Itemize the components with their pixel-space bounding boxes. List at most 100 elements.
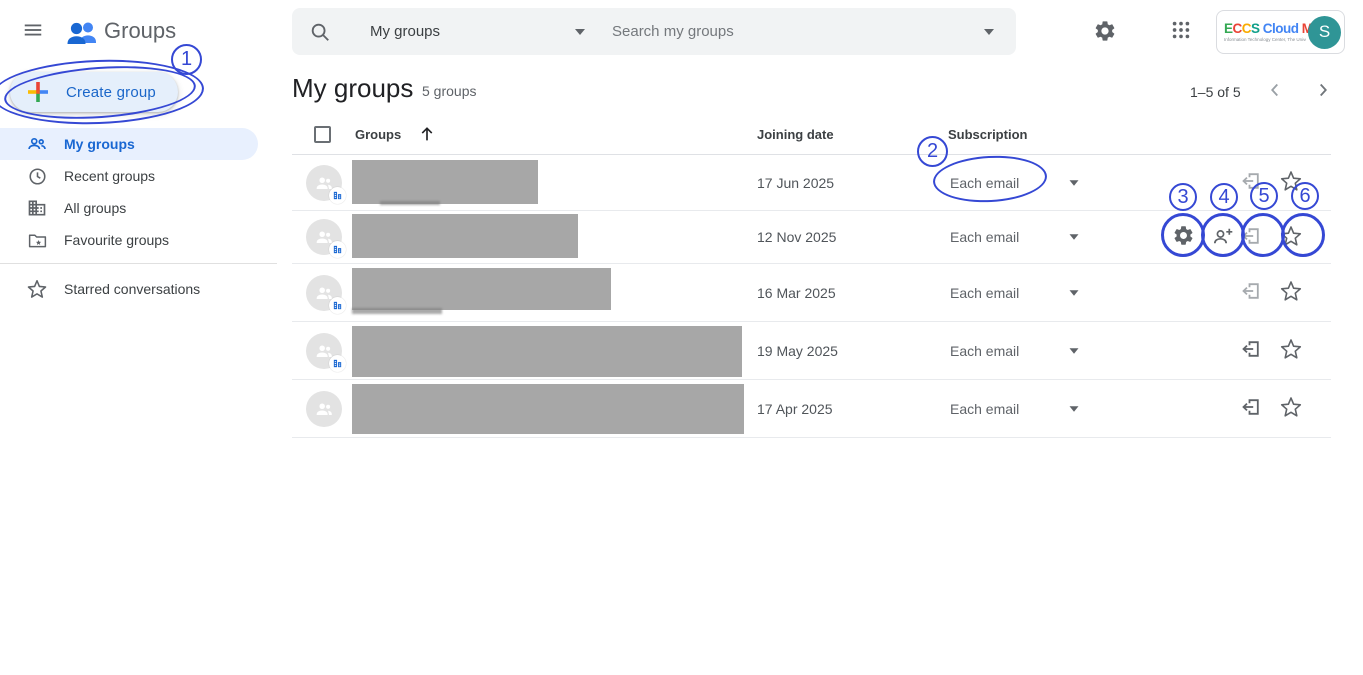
folder-star-icon [26, 229, 48, 251]
redacted-group-name [352, 160, 538, 204]
group-row[interactable]: 19 May 2025 Each email [292, 322, 1331, 380]
leave-group-button[interactable] [1238, 170, 1264, 196]
leave-group-button[interactable] [1238, 224, 1264, 250]
chevron-down-icon [1070, 348, 1079, 353]
account-logo-part: E [1224, 21, 1233, 36]
gear-icon [1172, 224, 1195, 250]
joining-date: 12 Nov 2025 [757, 229, 836, 245]
subscription-select[interactable]: Each email [950, 401, 1079, 417]
page-title: My groups [292, 73, 413, 104]
star-group-button[interactable] [1278, 338, 1304, 364]
add-member-button[interactable] [1210, 224, 1236, 250]
account-logo-text: ECCS Cloud Mail [1224, 22, 1306, 36]
chevron-down-icon [1070, 180, 1079, 185]
google-apps-button[interactable] [1169, 19, 1193, 43]
sidebar-item-label: All groups [64, 200, 126, 216]
subscription-value: Each email [950, 175, 1019, 191]
building-icon [26, 197, 48, 219]
search-options-chevron-icon[interactable] [984, 29, 994, 35]
sidebar-item-all-groups[interactable]: All groups [0, 192, 258, 224]
search-scope-label: My groups [370, 23, 440, 40]
sidebar-item-label: Recent groups [64, 168, 155, 184]
search-scope-selector[interactable]: My groups [370, 23, 585, 40]
account-logo-part: C [1242, 21, 1251, 36]
hamburger-icon [22, 19, 44, 44]
redacted-group-name [352, 384, 744, 434]
leave-group-icon [1239, 169, 1263, 196]
leave-group-icon [1239, 395, 1263, 422]
search-icon [309, 21, 331, 43]
star-group-button[interactable] [1278, 396, 1304, 422]
organization-badge-icon [329, 297, 346, 314]
account-widget: ECCS Cloud Mail Information Technology C… [1216, 10, 1345, 54]
sort-ascending-icon[interactable] [416, 123, 438, 145]
sidebar-item-label: My groups [64, 136, 135, 152]
sidebar-item-my-groups[interactable]: My groups [0, 128, 258, 160]
star-icon [1279, 224, 1303, 251]
joining-date: 16 Mar 2025 [757, 285, 836, 301]
group-avatar [306, 391, 342, 427]
sidebar-item-favourite-groups[interactable]: Favourite groups [0, 224, 258, 256]
leave-group-button[interactable] [1238, 396, 1264, 422]
chevron-down-icon [1070, 290, 1079, 295]
star-group-button[interactable] [1278, 170, 1304, 196]
account-logo: ECCS Cloud Mail Information Technology C… [1224, 22, 1306, 42]
leave-group-icon [1239, 337, 1263, 364]
group-avatar [306, 219, 342, 255]
star-icon [1279, 279, 1303, 306]
group-row[interactable]: 17 Apr 2025 Each email [292, 380, 1331, 438]
main-menu-button[interactable] [21, 19, 45, 43]
organization-badge-icon [329, 241, 346, 258]
pagination-next-button[interactable] [1311, 79, 1335, 103]
table-header: Groups Joining date Subscription [292, 118, 1331, 154]
groups-logo-icon [65, 15, 99, 49]
settings-button[interactable] [1092, 19, 1118, 45]
column-header-joining-date[interactable]: Joining date [757, 127, 834, 142]
select-all-checkbox[interactable] [314, 126, 331, 143]
subscription-value: Each email [950, 229, 1019, 245]
sidebar-item-starred-conversations[interactable]: Starred conversations [0, 273, 258, 305]
group-row[interactable]: 17 Jun 2025 Each email [292, 155, 1331, 211]
group-avatar-icon [306, 391, 342, 427]
joining-date: 19 May 2025 [757, 343, 838, 359]
leave-group-icon [1239, 279, 1263, 306]
account-avatar[interactable]: S [1308, 16, 1341, 49]
sidebar-item-label: Favourite groups [64, 232, 169, 248]
chevron-down-icon [575, 29, 585, 35]
sidebar-item-recent-groups[interactable]: Recent groups [0, 160, 258, 192]
search-input[interactable] [612, 23, 984, 40]
group-avatar [306, 333, 342, 369]
star-group-button[interactable] [1278, 280, 1304, 306]
gear-icon [1093, 19, 1117, 46]
clock-icon [26, 165, 48, 187]
group-row[interactable]: 16 Mar 2025 Each email [292, 264, 1331, 322]
create-group-label: Create group [66, 84, 156, 101]
account-logo-part: C [1233, 21, 1242, 36]
search-bar: My groups [292, 8, 1016, 55]
account-logo-part: S [1251, 21, 1260, 36]
group-row[interactable]: 12 Nov 2025 Each email [292, 211, 1331, 264]
group-settings-button[interactable] [1170, 224, 1196, 250]
subscription-select[interactable]: Each email [950, 343, 1079, 359]
star-icon [26, 278, 48, 300]
multicolor-plus-icon [26, 80, 50, 104]
pagination-label: 1–5 of 5 [1190, 84, 1241, 100]
chevron-down-icon [1070, 234, 1079, 239]
create-group-button[interactable]: Create group [10, 72, 178, 112]
subscription-value: Each email [950, 343, 1019, 359]
subscription-select[interactable]: Each email [950, 229, 1079, 245]
apps-grid-icon [1170, 19, 1192, 44]
sidebar-item-label: Starred conversations [64, 281, 200, 297]
redaction-artifact [380, 201, 440, 205]
leave-group-button[interactable] [1238, 280, 1264, 306]
column-header-subscription[interactable]: Subscription [948, 127, 1027, 142]
leave-group-button[interactable] [1238, 338, 1264, 364]
group-avatar [306, 275, 342, 311]
column-header-groups[interactable]: Groups [355, 127, 401, 142]
subscription-select[interactable]: Each email [950, 285, 1079, 301]
redacted-group-name [352, 326, 742, 377]
pagination-prev-button[interactable] [1263, 79, 1287, 103]
star-group-button[interactable] [1278, 224, 1304, 250]
sidebar-divider [0, 263, 277, 264]
subscription-select[interactable]: Each email [950, 175, 1079, 191]
